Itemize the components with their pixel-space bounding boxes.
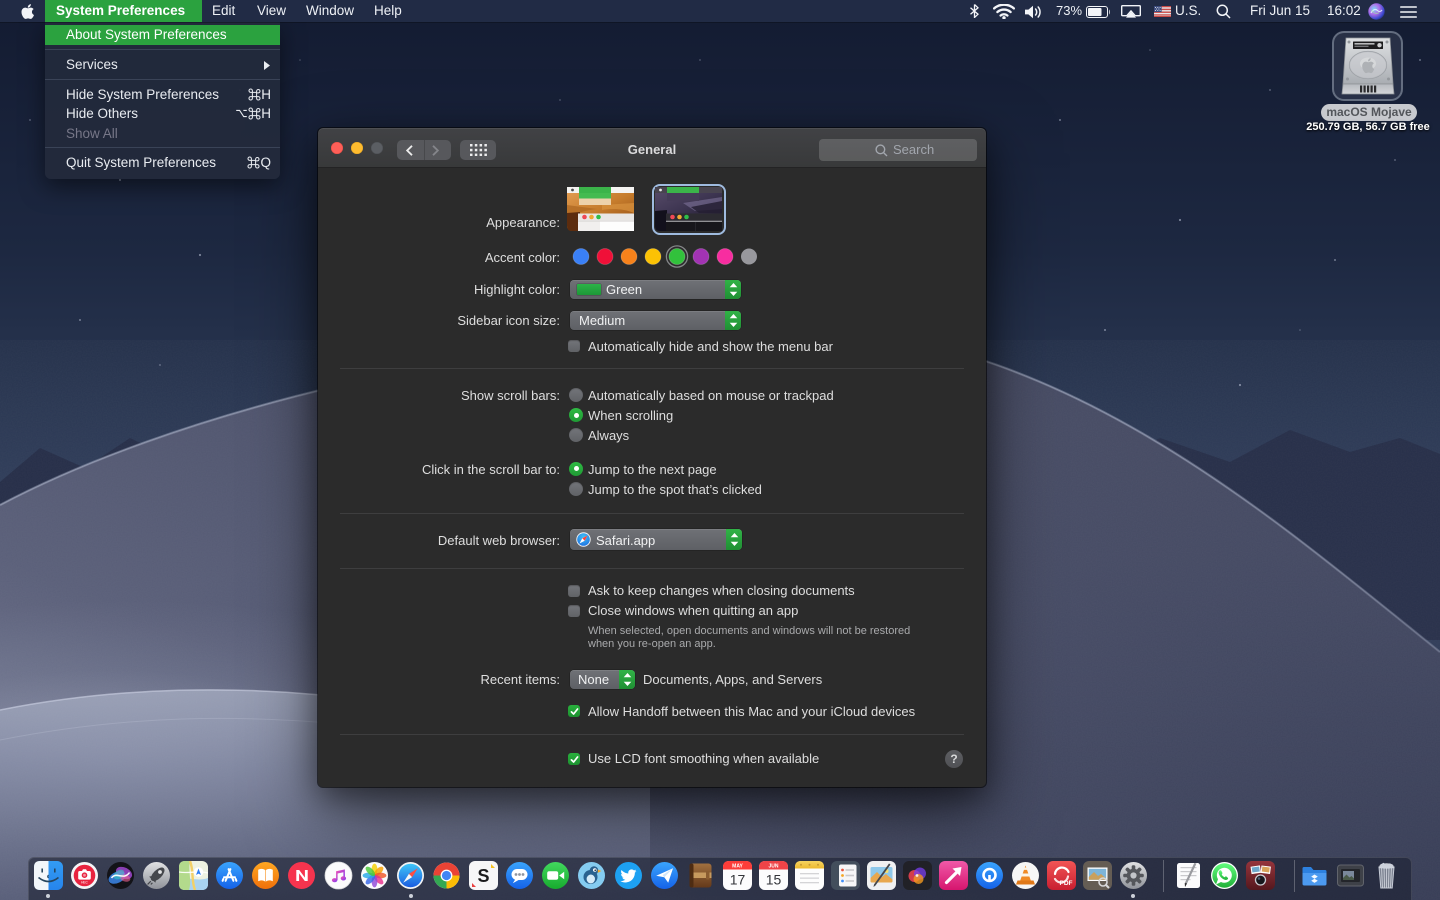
svg-text:HEC: HEC bbox=[81, 881, 88, 885]
svg-text:PDF: PDF bbox=[1059, 880, 1072, 887]
svg-text:15: 15 bbox=[765, 872, 781, 888]
svg-text:MAY: MAY bbox=[732, 864, 743, 870]
svg-text:S: S bbox=[477, 866, 489, 886]
svg-text:JUN: JUN bbox=[768, 864, 778, 870]
svg-text:17: 17 bbox=[729, 872, 745, 888]
